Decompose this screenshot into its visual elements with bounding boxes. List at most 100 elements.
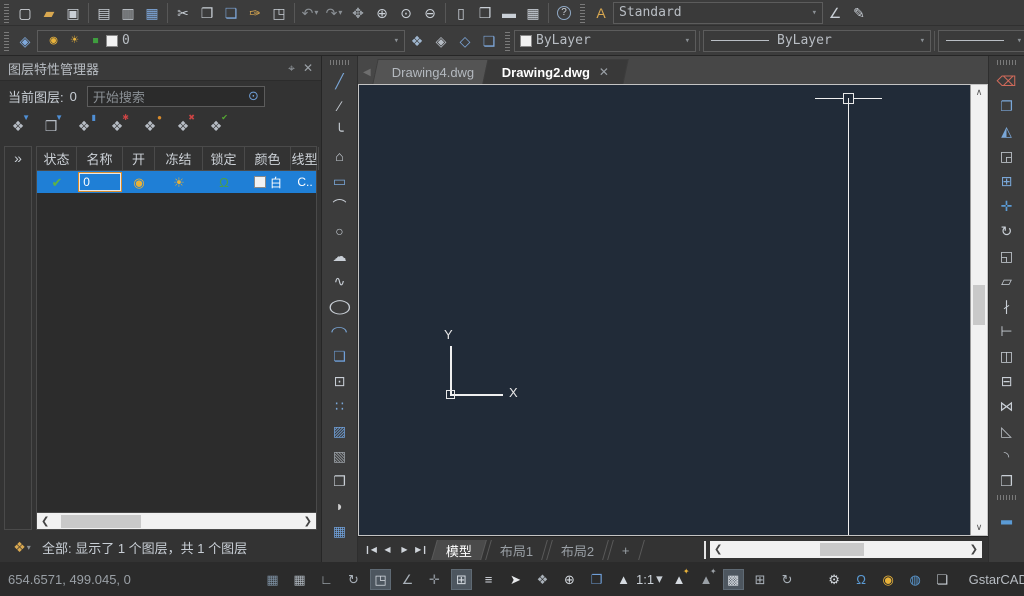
fillet-tool[interactable]: ◝ [995, 443, 1019, 468]
set-current-layer[interactable]: ❖✔ [204, 115, 228, 137]
redo[interactable]: ↷▾ [322, 2, 346, 24]
drawing-tab-drawing2-dwg[interactable]: Drawing2.dwg✕ [482, 59, 629, 84]
layer-previous[interactable]: ◈ [429, 30, 453, 52]
layer-translator[interactable]: ❏ [477, 30, 501, 52]
undo-dropdown-icon[interactable]: ▾ [314, 8, 318, 17]
ui-lock[interactable]: Ω [851, 569, 872, 590]
layer-on-bulb-icon[interactable]: ◉ [129, 172, 150, 193]
snap-mode[interactable]: ▦ [262, 569, 283, 590]
mirror-tool[interactable]: ◭ [995, 118, 1019, 143]
annotation-scale-control[interactable]: ▲1:1▾ [613, 569, 663, 590]
layer-unlock-icon[interactable]: ▪ [85, 30, 106, 51]
open-file[interactable]: ▰ [37, 2, 61, 24]
scroll-left-icon[interactable]: ❮ [714, 544, 722, 555]
layer-on-icon[interactable]: ◉ [43, 30, 64, 51]
polyline-tool[interactable]: ╰ [328, 118, 352, 143]
zoom-realtime[interactable]: ⊕ [370, 2, 394, 24]
column-header-0[interactable]: 状态 [37, 147, 77, 170]
dimension-edit-icon[interactable]: ✎ [847, 2, 871, 24]
grid-style[interactable]: ▩ [723, 569, 744, 590]
stretch-tool[interactable]: ▱ [995, 268, 1019, 293]
new-property-filter[interactable]: ❖▼ [6, 115, 30, 137]
save-file[interactable]: ▣ [61, 2, 85, 24]
layer-name-cell[interactable]: 0 [77, 171, 123, 193]
first-layout-button[interactable]: ❙◀ [362, 545, 379, 554]
zoom-status[interactable]: ⊕ [559, 569, 580, 590]
make-block-tool[interactable]: ⊡ [328, 368, 352, 393]
column-header-3[interactable]: 冻结 [155, 147, 203, 170]
layer-color-swatch[interactable] [254, 176, 266, 188]
array-tool[interactable]: ⊞ [995, 168, 1019, 193]
erase-tool[interactable]: ⌫ [995, 68, 1019, 93]
layout-tab-布局2[interactable]: 布局2 [546, 540, 609, 560]
scroll-left-icon[interactable]: ❮ [41, 516, 49, 527]
viewport-preview[interactable]: ❐ [586, 569, 607, 590]
object-snap[interactable]: ◳ [370, 569, 391, 590]
point-tool[interactable]: ∷ [328, 393, 352, 418]
toolbox[interactable]: ▬ [497, 2, 521, 24]
new-layer[interactable]: ❖✱ [105, 115, 129, 137]
drawing-canvas[interactable]: Y X [359, 85, 970, 535]
layer-on-cell[interactable]: ◉ [123, 171, 155, 193]
quick-calculator[interactable]: ▦ [521, 2, 545, 24]
insert-block-tool[interactable]: ❏ [328, 343, 352, 368]
layer-search-input[interactable]: 开始搜索 ⊙ [87, 86, 265, 107]
toolbar-grip[interactable] [4, 3, 9, 23]
gradient-tool[interactable]: ▧ [328, 443, 352, 468]
annotation-scale-icon[interactable]: ▲ [613, 569, 634, 590]
layer-freeze-cell[interactable]: ☀ [155, 171, 203, 193]
toolbar-grip[interactable] [330, 60, 350, 65]
last-layout-button[interactable]: ▶❙ [413, 545, 430, 554]
vscroll-thumb[interactable] [973, 285, 985, 325]
column-header-1[interactable]: 名称 [77, 147, 123, 170]
layer-filter-icon-dropdown-icon[interactable]: ▾ [27, 543, 31, 552]
layout-tab-模型[interactable]: 模型 [431, 540, 487, 560]
extend-tool[interactable]: ⊢ [995, 318, 1019, 343]
layer-states-manager[interactable]: ❖▮ [72, 115, 96, 137]
wipeout-tool[interactable]: ◗ [328, 493, 352, 518]
arc-tool[interactable]: ⌒ [328, 193, 352, 218]
break-tool[interactable]: ⊟ [995, 368, 1019, 393]
toolbar-grip[interactable] [580, 3, 585, 23]
hscroll-thumb[interactable] [820, 543, 864, 556]
dynamic-ucs[interactable]: ✛ [424, 569, 445, 590]
text-style-combo-dropdown-icon[interactable]: ▾ [812, 8, 817, 18]
copy-clip[interactable]: ❐ [195, 2, 219, 24]
move-tool[interactable]: ✛ [995, 193, 1019, 218]
settings-gear[interactable]: ⚙ [824, 569, 845, 590]
color-control-combo-dropdown-icon[interactable]: ▾ [685, 36, 690, 46]
text-style-icon[interactable]: A [589, 2, 613, 24]
properties-palette[interactable]: ▯ [449, 2, 473, 24]
layer-properties-icon[interactable]: ◈ [13, 30, 37, 52]
ellipse-tool[interactable]: ◯ [328, 293, 352, 318]
pan[interactable]: ✥ [346, 2, 370, 24]
layer-states[interactable]: ◇ [453, 30, 477, 52]
column-header-2[interactable]: 开 [123, 147, 155, 170]
close-icon[interactable]: ✕ [303, 61, 313, 76]
color-control-combo[interactable]: ByLayer▾ [514, 30, 696, 52]
clean-screen[interactable]: ❏ [932, 569, 953, 590]
toolbar-grip[interactable] [505, 31, 510, 51]
lineweight-control-combo-dropdown-icon[interactable]: ▾ [1017, 36, 1022, 46]
break-at-point-tool[interactable]: ◫ [995, 343, 1019, 368]
dimension-style-icon[interactable]: ∠ [823, 2, 847, 24]
canvas-vscrollbar[interactable]: ∧ ∨ [970, 85, 987, 535]
status-tips-bulb[interactable]: ◉ [878, 569, 899, 590]
grid-display[interactable]: ▦ [289, 569, 310, 590]
draw-order-tool[interactable]: ▂ [995, 503, 1019, 528]
dynamic-input[interactable]: ⊞ [451, 569, 472, 590]
new-file[interactable]: ▢ [13, 2, 37, 24]
lineweight-control-combo[interactable]: ▾ [938, 30, 1024, 52]
help[interactable]: ? [552, 2, 576, 24]
make-object-layer-current[interactable]: ❖ [405, 30, 429, 52]
revision-cloud-tool[interactable]: ☁ [328, 243, 352, 268]
prev-layout-button[interactable]: ◀ [379, 545, 396, 554]
layer-thaw-icon[interactable]: ☀ [64, 30, 85, 51]
hardware-acceleration[interactable]: ↻ [777, 569, 798, 590]
canvas-hscrollbar[interactable]: ❮❯ [710, 541, 982, 558]
quick-properties[interactable]: ⊞ [750, 569, 771, 590]
transparency-toggle[interactable]: ❖ [532, 569, 553, 590]
region-tool[interactable]: ❐ [328, 468, 352, 493]
plot[interactable]: ▦ [140, 2, 164, 24]
trim-tool[interactable]: ∤ [995, 293, 1019, 318]
